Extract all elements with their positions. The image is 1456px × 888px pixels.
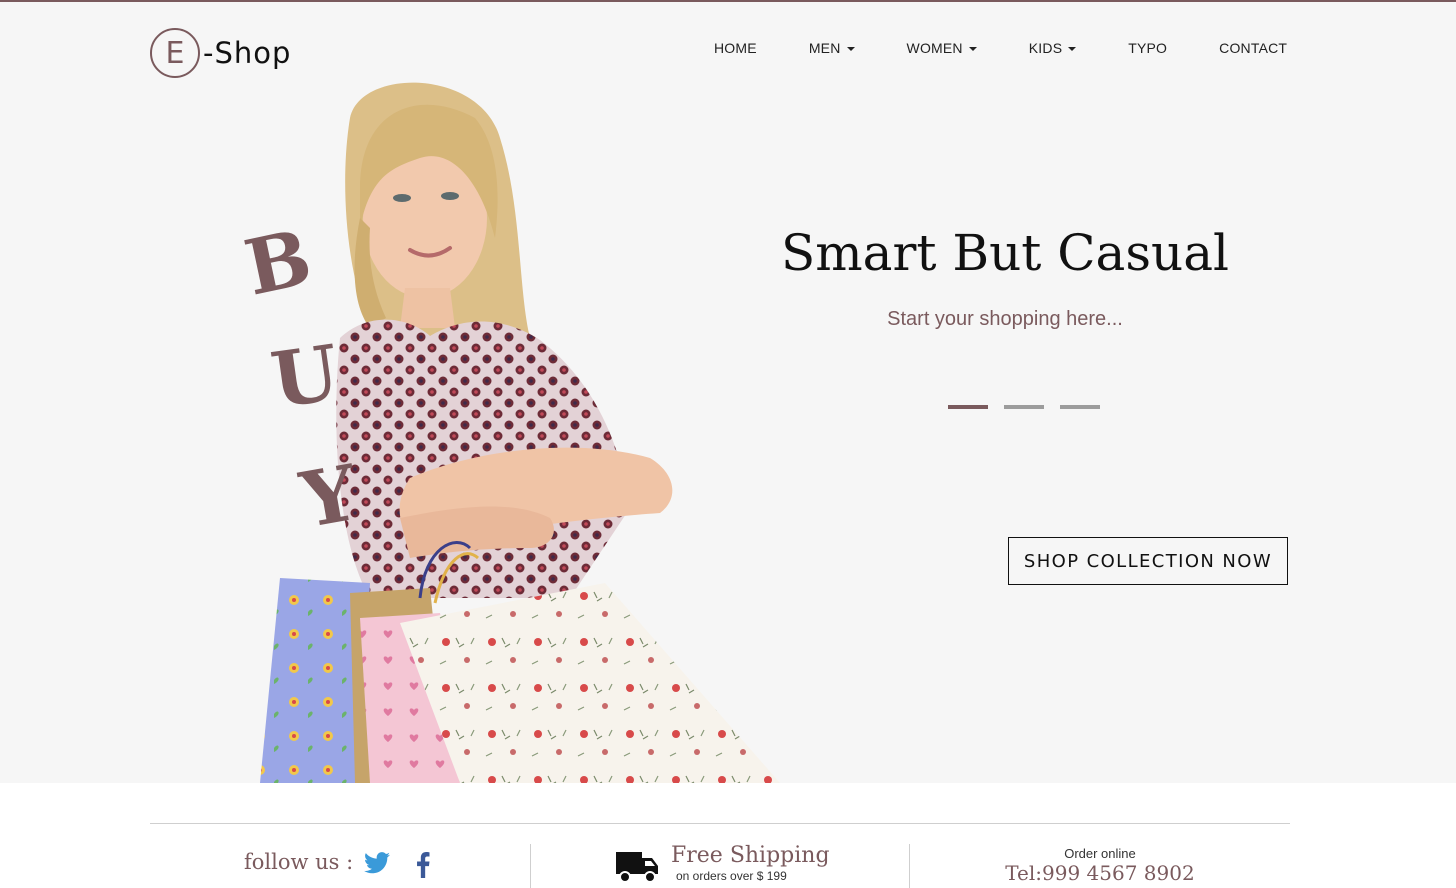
facebook-icon[interactable] xyxy=(416,852,430,878)
nav-typo-label: TYPO xyxy=(1128,40,1168,56)
order-online-label: Order online xyxy=(1064,846,1136,861)
footer-separator xyxy=(530,844,531,888)
logo-mark: E xyxy=(150,28,200,78)
slider-indicators xyxy=(948,405,1100,409)
caret-down-icon xyxy=(968,47,977,51)
truck-icon xyxy=(616,852,658,883)
nav-women-label: WOMEN xyxy=(906,40,963,56)
site-logo[interactable]: E -Shop xyxy=(150,27,291,79)
main-nav: HOME MEN WOMEN KIDS TYPO CONTACT xyxy=(714,40,1287,56)
nav-contact[interactable]: CONTACT xyxy=(1219,40,1287,56)
footer-separator xyxy=(909,844,910,888)
nav-men-label: MEN xyxy=(808,40,841,56)
buy-letter-u: U xyxy=(266,327,345,426)
follow-us-label: follow us : xyxy=(244,850,354,874)
model-with-shopping-bags-image xyxy=(260,82,780,783)
nav-men[interactable]: MEN xyxy=(809,40,855,56)
nav-home[interactable]: HOME xyxy=(714,40,757,56)
nav-kids[interactable]: KIDS xyxy=(1028,40,1077,56)
slide-indicator-1[interactable] xyxy=(948,405,988,409)
slide-indicator-3[interactable] xyxy=(1060,405,1100,409)
nav-women[interactable]: WOMEN xyxy=(907,40,977,56)
free-shipping-title: Free Shipping xyxy=(671,843,830,868)
twitter-icon[interactable] xyxy=(364,852,390,874)
nav-kids-label: KIDS xyxy=(1028,40,1063,56)
slide-indicator-2[interactable] xyxy=(1004,405,1044,409)
footer-divider xyxy=(150,823,1290,824)
nav-home-label: HOME xyxy=(714,40,757,56)
logo-text: -Shop xyxy=(203,36,292,70)
hero-subtitle: Start your shopping here... xyxy=(887,308,1123,330)
free-shipping-subtitle: on orders over $ 199 xyxy=(676,869,787,883)
nav-contact-label: CONTACT xyxy=(1219,40,1288,56)
order-phone[interactable]: Tel:999 4567 8902 xyxy=(990,861,1210,885)
caret-down-icon xyxy=(1068,47,1077,51)
caret-down-icon xyxy=(846,47,855,51)
hero-banner: E -Shop HOME MEN WOMEN KIDS TYPO CONTACT… xyxy=(0,2,1456,783)
hero-title: Smart But Casual xyxy=(780,224,1230,282)
nav-typo[interactable]: TYPO xyxy=(1128,40,1167,56)
shop-collection-button[interactable]: SHOP COLLECTION NOW xyxy=(1008,537,1288,585)
